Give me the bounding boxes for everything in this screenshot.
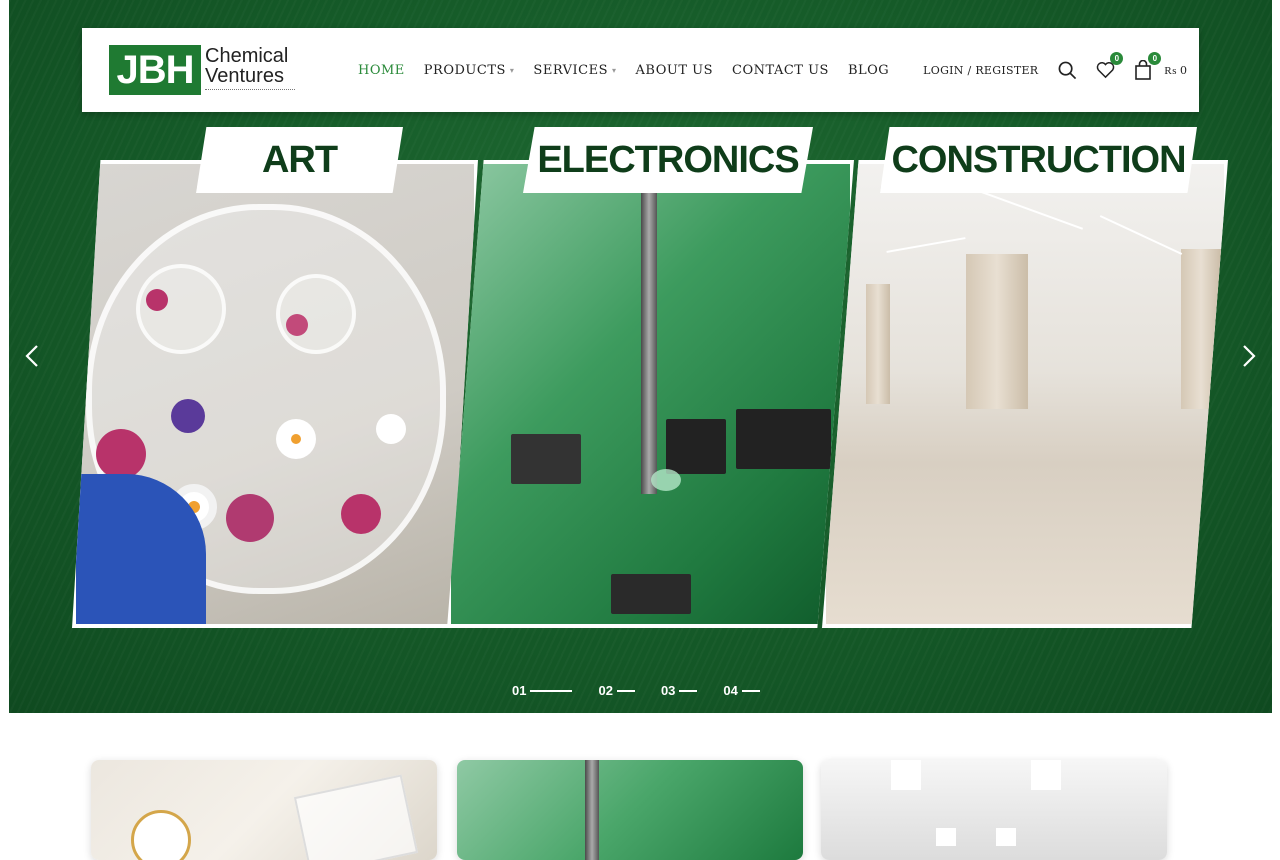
slide-dot-label: 02 [598,683,613,698]
login-register-link[interactable]: LOGIN / REGISTER [923,64,1038,77]
nav-contact-us[interactable]: CONTACT US [732,63,829,78]
nav-products[interactable]: PRODUCTS ▾ [424,63,515,78]
site-logo[interactable]: JBH Chemical Ventures [109,44,295,96]
category-panel-construction[interactable] [822,160,1228,628]
chevron-down-icon: ▾ [509,65,515,75]
hero-slider: JBH Chemical Ventures HOME PRODUCTS ▾ SER… [9,0,1272,713]
logo-name-line2: Ventures [205,64,284,87]
wishlist-count-badge: 0 [1110,52,1124,65]
logo-tagline [205,88,295,95]
category-card-art[interactable] [91,760,437,860]
nav-contact-us-label: CONTACT US [732,62,829,78]
cart-total[interactable]: ₨ 0 [1164,64,1187,77]
nav-products-label: PRODUCTS [423,62,506,78]
category-panel-electronics[interactable] [447,160,854,628]
header-actions: LOGIN / REGISTER 0 0 ₨ 0 [923,28,1187,112]
category-tag-art[interactable]: ART [196,127,403,193]
slide-dot-label: 03 [660,683,676,698]
nav-blog[interactable]: BLOG [848,63,889,78]
chevron-right-icon[interactable] [1239,342,1259,370]
nav-services[interactable]: SERVICES ▾ [533,63,616,78]
slide-dot-02[interactable]: 02 [598,683,635,698]
slide-dot-label: 04 [723,683,738,698]
nav-services-label: SERVICES [533,62,609,78]
nav-blog-label: BLOG [847,62,890,78]
nav-home[interactable]: HOME [358,63,405,78]
logo-mark: JBH [109,45,201,95]
electronics-image [451,164,850,624]
category-tag-construction[interactable]: CONSTRUCTION [880,127,1197,193]
wishlist-button[interactable]: 0 [1094,52,1124,81]
nav-about-us[interactable]: ABOUT US [636,63,713,78]
slide-dot-01[interactable]: 01 [512,683,573,698]
logo-name-line1: Chemical [205,44,289,67]
category-tag-electronics[interactable]: ELECTRONICS [523,127,813,193]
cart-count-badge: 0 [1148,52,1162,65]
main-nav: HOME PRODUCTS ▾ SERVICES ▾ ABOUT US CONTAC… [358,28,889,112]
category-card-electronics[interactable] [457,760,803,860]
category-card-construction[interactable] [821,760,1167,860]
cart-button[interactable]: 0 [1132,52,1162,81]
logo-text: Chemical Ventures [205,46,295,95]
slide-dot-label: 01 [512,683,527,698]
nav-about-us-label: ABOUT US [635,62,713,78]
slider-pagination: 01 02 03 04 [512,683,760,698]
slide-dot-04[interactable]: 04 [723,683,760,698]
construction-image [826,164,1224,624]
art-image [76,164,474,624]
chevron-left-icon[interactable] [22,342,42,370]
nav-home-label: HOME [358,62,405,78]
chevron-down-icon: ▾ [612,65,617,75]
category-panel-art[interactable] [72,160,478,628]
site-header: JBH Chemical Ventures HOME PRODUCTS ▾ SER… [82,28,1199,112]
slide-dot-03[interactable]: 03 [660,683,698,698]
search-icon[interactable] [1056,59,1078,81]
